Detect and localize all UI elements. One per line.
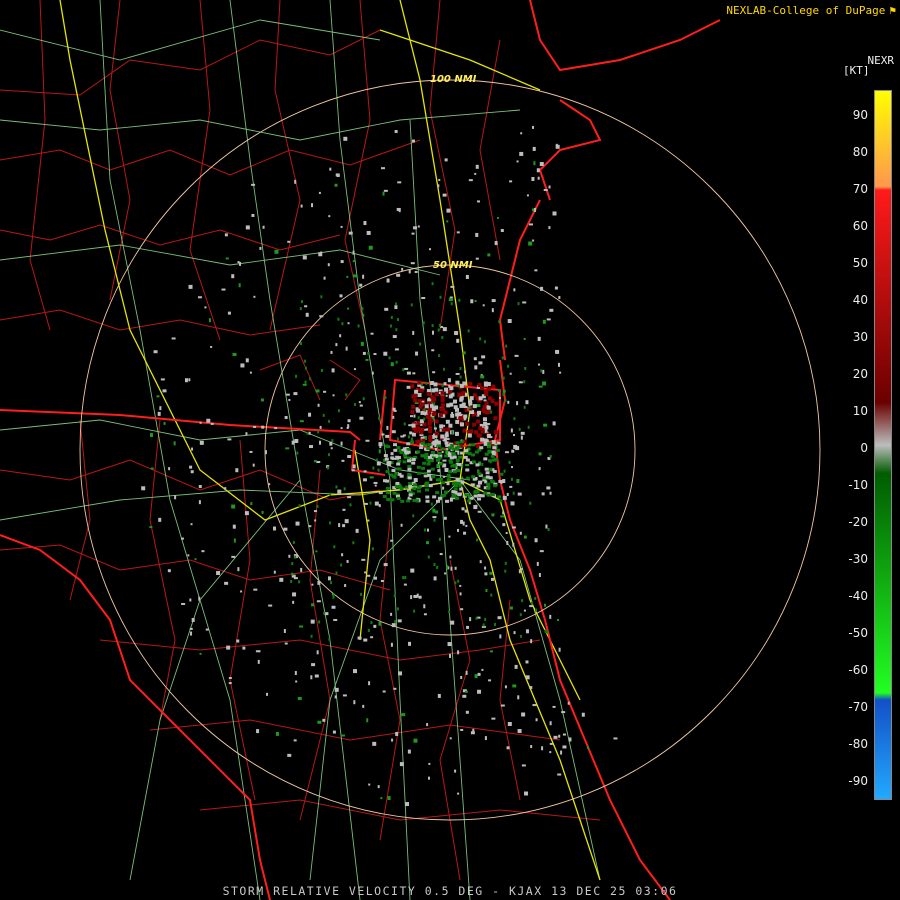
legend-tick: -30 <box>848 552 868 566</box>
range-ring-50 <box>264 264 636 636</box>
county-lines <box>0 0 601 881</box>
velocity-color-scale <box>874 90 892 800</box>
legend-tick: -40 <box>848 589 868 603</box>
legend-tick: 90 <box>852 108 868 122</box>
legend-tick: 70 <box>852 182 868 196</box>
legend-tick: 60 <box>852 219 868 233</box>
credit-text: NEXLAB-College of DuPage <box>726 4 886 17</box>
legend-unit: [KT] <box>843 64 870 77</box>
flag-icon: ⚑ <box>889 4 896 17</box>
radar-echoes <box>141 125 618 807</box>
legend-tick: 40 <box>852 293 868 307</box>
legend-tick: -60 <box>848 663 868 677</box>
range-rings <box>79 79 821 821</box>
legend-tick: 80 <box>852 145 868 159</box>
coast-and-state-lines <box>0 0 721 900</box>
legend-tick: 0 <box>860 441 868 455</box>
legend-tick: 10 <box>852 404 868 418</box>
legend-tick: -50 <box>848 626 868 640</box>
legend-tick: 20 <box>852 367 868 381</box>
ring-label-50: 50 NMI <box>433 260 473 271</box>
credit: NEXLAB-College of DuPage ⚑ <box>726 4 896 17</box>
ring-label-100: 100 NMI <box>430 74 477 85</box>
legend-tick: -90 <box>848 774 868 788</box>
range-ring-100 <box>79 79 821 821</box>
legend-tick: -80 <box>848 737 868 751</box>
legend-tick: 30 <box>852 330 868 344</box>
legend-product: NEXR <box>867 54 895 67</box>
legend-tick: -20 <box>848 515 868 529</box>
product-caption: STORM RELATIVE VELOCITY 0.5 DEG - KJAX 1… <box>222 884 678 898</box>
legend-tick: -10 <box>848 478 868 492</box>
highways <box>59 0 601 881</box>
legend-tick: 50 <box>852 256 868 270</box>
legend-tick: -70 <box>848 700 868 714</box>
roads <box>0 0 601 900</box>
radar-map: 100 NMI 50 NMI <box>0 0 821 900</box>
